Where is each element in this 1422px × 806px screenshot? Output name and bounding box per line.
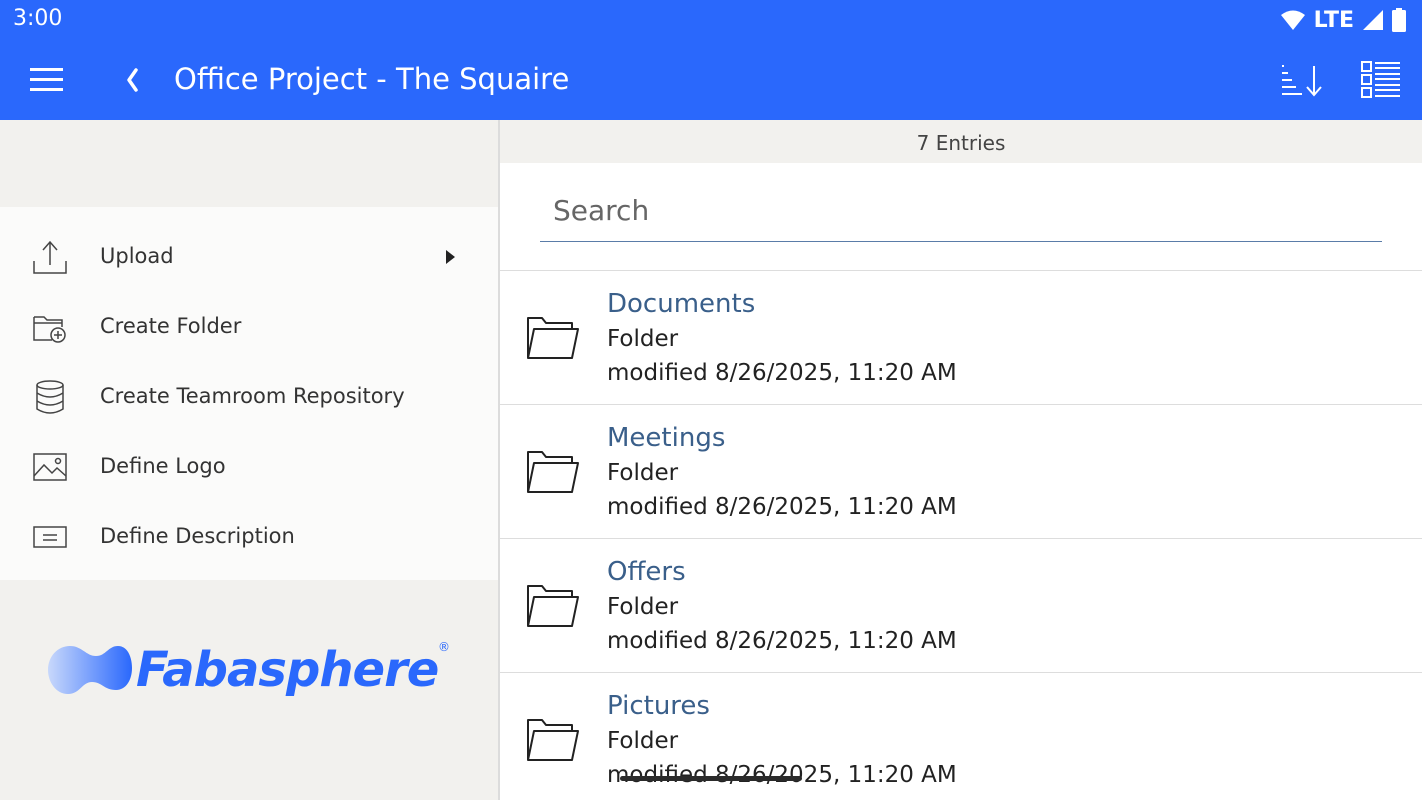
description-icon xyxy=(33,526,67,548)
item-modified: modified 8/26/2025, 11:20 AM xyxy=(607,494,957,520)
folder-add-icon xyxy=(33,316,66,343)
hamburger-menu-icon[interactable] xyxy=(30,67,63,93)
logo-mark-icon xyxy=(48,646,132,694)
sort-button[interactable] xyxy=(1278,62,1326,100)
menu-item-create-teamroom-repository[interactable]: Create Teamroom Repository xyxy=(0,362,498,432)
submenu-arrow-icon xyxy=(446,250,455,264)
page-title: Office Project - The Squaire xyxy=(174,62,570,96)
logo-text: Fabasphere xyxy=(136,642,439,698)
search-field[interactable] xyxy=(540,190,1382,242)
folder-icon xyxy=(527,585,579,627)
wifi-icon xyxy=(1280,10,1305,30)
list-item[interactable]: Offers Folder modified 8/26/2025, 11:20 … xyxy=(500,538,1422,672)
image-icon xyxy=(33,453,67,481)
menu-item-define-description[interactable]: Define Description xyxy=(0,502,498,572)
menu-item-label: Create Folder xyxy=(100,314,242,338)
list-view-icon xyxy=(1361,61,1400,98)
list-item[interactable]: Documents Folder modified 8/26/2025, 11:… xyxy=(500,270,1422,404)
brand-logo: Fabasphere ® xyxy=(48,640,458,704)
file-list: Documents Folder modified 8/26/2025, 11:… xyxy=(500,270,1422,806)
item-name: Meetings xyxy=(607,423,726,453)
folder-icon xyxy=(527,719,579,761)
menu-item-label: Define Description xyxy=(100,524,295,548)
menu-item-upload[interactable]: Upload xyxy=(0,222,498,292)
item-name: Pictures xyxy=(607,691,710,721)
gesture-home-bar[interactable] xyxy=(620,776,802,781)
chevron-left-icon xyxy=(127,68,138,92)
registered-mark: ® xyxy=(438,640,450,654)
search-input[interactable] xyxy=(540,190,1382,230)
folder-icon xyxy=(527,317,579,359)
item-type: Folder xyxy=(607,594,679,620)
battery-icon xyxy=(1392,8,1406,32)
app-bar: 3:00 LTE Office Project - The Squaire xyxy=(0,0,1422,120)
entries-count: 7 Entries xyxy=(916,131,1006,155)
network-type: LTE xyxy=(1313,7,1354,33)
item-type: Folder xyxy=(607,460,679,486)
item-name: Offers xyxy=(607,557,686,587)
menu-item-define-logo[interactable]: Define Logo xyxy=(0,432,498,502)
menu-item-create-folder[interactable]: Create Folder xyxy=(0,292,498,362)
menu-item-label: Upload xyxy=(100,244,174,268)
item-modified: modified 8/26/2025, 11:20 AM xyxy=(607,762,957,788)
status-time: 3:00 xyxy=(13,6,63,31)
item-modified: modified 8/26/2025, 11:20 AM xyxy=(607,628,957,654)
entries-bar: 7 Entries xyxy=(500,120,1422,163)
upload-icon xyxy=(33,240,67,274)
list-item[interactable]: Pictures Folder modified 8/26/2025, 11:2… xyxy=(500,672,1422,806)
folder-icon xyxy=(527,451,579,493)
menu-item-label: Define Logo xyxy=(100,454,226,478)
sort-descending-icon xyxy=(1282,65,1322,97)
item-modified: modified 8/26/2025, 11:20 AM xyxy=(607,360,957,386)
database-icon xyxy=(36,380,64,414)
back-button[interactable] xyxy=(120,62,148,98)
side-panel: Upload Create Folder Create Teamroom Rep… xyxy=(0,120,498,800)
menu-item-label: Create Teamroom Repository xyxy=(100,384,405,408)
content-panel: 7 Entries Documents Folder modified 8/26… xyxy=(500,120,1422,800)
actions-menu: Upload Create Folder Create Teamroom Rep… xyxy=(0,207,498,580)
status-icons: LTE xyxy=(1280,6,1406,34)
item-type: Folder xyxy=(607,326,679,352)
view-toggle-button[interactable] xyxy=(1360,60,1402,100)
list-item[interactable]: Meetings Folder modified 8/26/2025, 11:2… xyxy=(500,404,1422,538)
item-type: Folder xyxy=(607,728,679,754)
item-name: Documents xyxy=(607,289,756,319)
signal-icon xyxy=(1363,10,1383,30)
